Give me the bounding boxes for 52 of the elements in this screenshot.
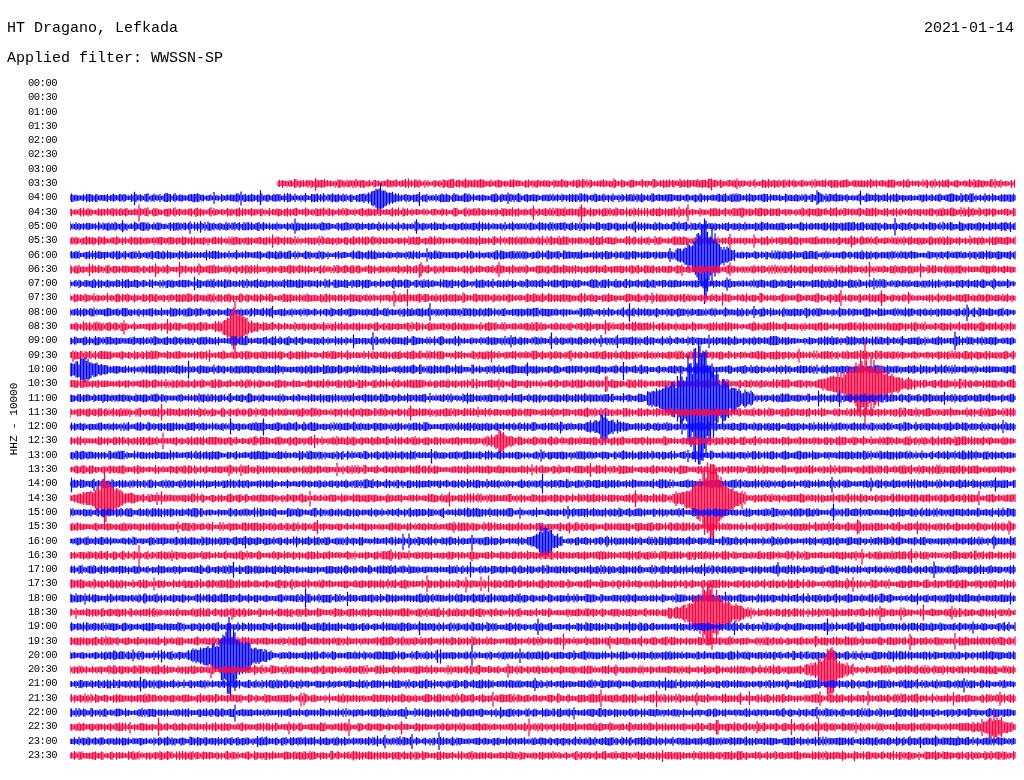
time-label: 04:00 <box>28 190 58 205</box>
time-label: 15:30 <box>28 519 58 534</box>
time-label: 07:30 <box>28 290 58 305</box>
station-title: HT Dragano, Lefkada <box>7 20 179 39</box>
time-label: 00:00 <box>28 76 58 91</box>
time-label: 18:30 <box>28 605 58 620</box>
time-label: 21:30 <box>28 690 58 706</box>
time-label: 11:30 <box>28 404 58 420</box>
time-label: 16:30 <box>28 547 58 563</box>
time-label: 03:00 <box>28 161 58 177</box>
time-label: 23:00 <box>28 733 58 748</box>
time-label: 14:00 <box>28 476 58 491</box>
time-label: 19:00 <box>28 619 58 634</box>
time-label: 20:00 <box>28 647 58 663</box>
time-label: 16:00 <box>28 533 58 548</box>
channel-axis-label: HHZ - 10000 <box>8 382 20 456</box>
time-label: 15:00 <box>28 504 58 520</box>
time-label: 07:00 <box>28 276 58 291</box>
time-label: 22:30 <box>28 719 58 734</box>
time-label: 19:30 <box>28 633 58 648</box>
time-label: 20:30 <box>28 662 58 677</box>
time-label: 13:30 <box>28 462 58 477</box>
time-label: 12:30 <box>28 433 58 448</box>
date-label: 2021-01-14 <box>924 20 1014 39</box>
time-label: 10:30 <box>28 376 58 391</box>
time-label: 01:30 <box>28 118 58 134</box>
time-label: 05:30 <box>28 233 58 248</box>
time-label: 08:30 <box>28 319 58 334</box>
time-label: 22:00 <box>28 705 58 720</box>
time-label: 21:00 <box>28 676 58 691</box>
time-label: 17:30 <box>28 576 58 591</box>
filter-label: Applied filter: WWSSN-SP <box>6 49 225 69</box>
time-label: 01:00 <box>28 104 58 119</box>
time-label: 02:00 <box>28 133 58 148</box>
time-label: 06:30 <box>28 261 58 277</box>
time-label: 13:00 <box>28 447 58 462</box>
time-label: 14:30 <box>28 490 58 505</box>
time-label: 02:30 <box>28 147 58 162</box>
time-label: 18:00 <box>28 590 58 605</box>
time-label: 09:00 <box>28 333 58 348</box>
time-label: 17:00 <box>28 562 58 577</box>
time-label: 11:00 <box>28 390 58 405</box>
time-label: 23:30 <box>28 747 58 763</box>
time-label: 03:30 <box>28 176 58 191</box>
time-label: 06:00 <box>28 247 58 262</box>
time-label: 12:00 <box>28 419 58 434</box>
time-label: 00:30 <box>28 90 58 105</box>
time-label: 09:30 <box>28 347 58 362</box>
time-label: 10:00 <box>28 361 58 377</box>
time-label: 04:30 <box>28 204 58 219</box>
time-label: 08:00 <box>28 304 58 320</box>
time-label: 05:00 <box>28 218 58 234</box>
